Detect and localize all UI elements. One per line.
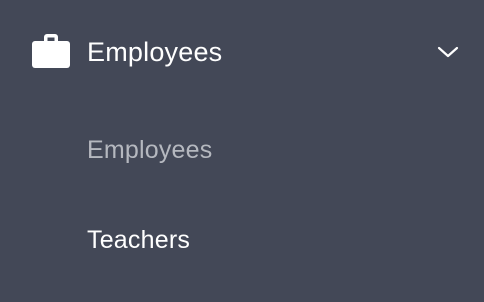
sub-nav-item-teachers[interactable]: Teachers (0, 212, 484, 268)
sidebar-nav: Employees Employees Teachers (0, 0, 484, 302)
sub-nav-item-label: Teachers (87, 226, 191, 254)
sub-nav-item-label: Employees (87, 136, 213, 164)
chevron-down-icon[interactable] (437, 45, 459, 59)
nav-group-employees[interactable]: Employees (0, 20, 484, 86)
briefcase-icon (32, 34, 70, 68)
nav-group-label: Employees (87, 37, 223, 67)
sub-nav-item-employees[interactable]: Employees (0, 122, 484, 178)
